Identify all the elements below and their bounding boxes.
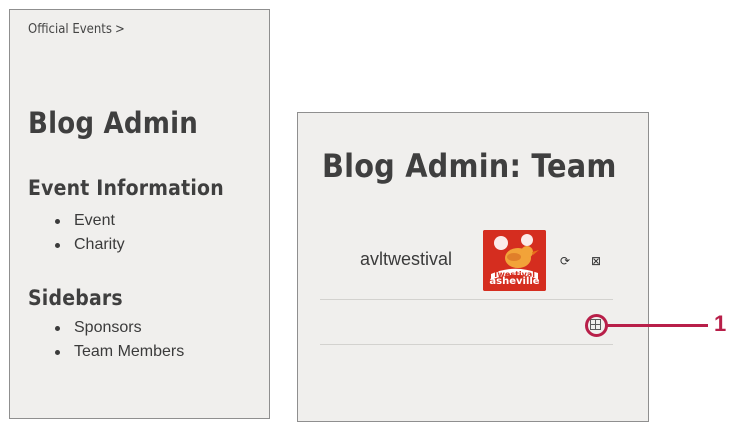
panel-title: Blog Admin: Team bbox=[322, 147, 617, 185]
callout-leader-line bbox=[607, 324, 708, 327]
row-divider bbox=[320, 299, 613, 300]
remove-icon[interactable]: ⊠ bbox=[591, 255, 601, 267]
refresh-icon[interactable]: ⟳ bbox=[560, 255, 570, 267]
nav-item-charity[interactable]: Charity bbox=[54, 233, 125, 257]
sidebars-list: Sponsors Team Members bbox=[54, 316, 184, 364]
breadcrumb-official-events-link[interactable]: Official Events bbox=[28, 22, 112, 37]
nav-item-team-members[interactable]: Team Members bbox=[54, 340, 184, 364]
section-heading-event-information: Event Information bbox=[28, 176, 224, 200]
nav-item-event[interactable]: Event bbox=[54, 209, 125, 233]
team-member-avatar: Twestival asheville bbox=[483, 230, 546, 291]
nav-item-label: Team Members bbox=[74, 343, 185, 360]
left-sidebar-panel: Official Events > Blog Admin Event Inform… bbox=[9, 9, 270, 419]
bullet-icon bbox=[55, 350, 60, 355]
section-heading-sidebars: Sidebars bbox=[28, 286, 123, 310]
bullet-icon bbox=[55, 219, 60, 224]
nav-item-sponsors[interactable]: Sponsors bbox=[54, 316, 184, 340]
callout-highlight-circle bbox=[585, 314, 608, 337]
team-admin-panel: Blog Admin: Team avltwestival Twestival … bbox=[297, 112, 649, 422]
page-title: Blog Admin bbox=[28, 106, 199, 140]
callout-number: 1 bbox=[714, 311, 727, 336]
row-divider bbox=[320, 344, 613, 345]
team-member-name: avltwestival bbox=[360, 249, 453, 269]
event-information-list: Event Charity bbox=[54, 209, 125, 257]
nav-item-label: Event bbox=[74, 212, 115, 229]
nav-item-label: Sponsors bbox=[74, 319, 142, 336]
breadcrumb: Official Events > bbox=[28, 22, 125, 37]
bullet-icon bbox=[55, 326, 60, 331]
avatar-caption: asheville bbox=[489, 276, 540, 287]
bullet-icon bbox=[55, 243, 60, 248]
nav-item-label: Charity bbox=[74, 236, 125, 253]
breadcrumb-separator: > bbox=[114, 22, 125, 37]
